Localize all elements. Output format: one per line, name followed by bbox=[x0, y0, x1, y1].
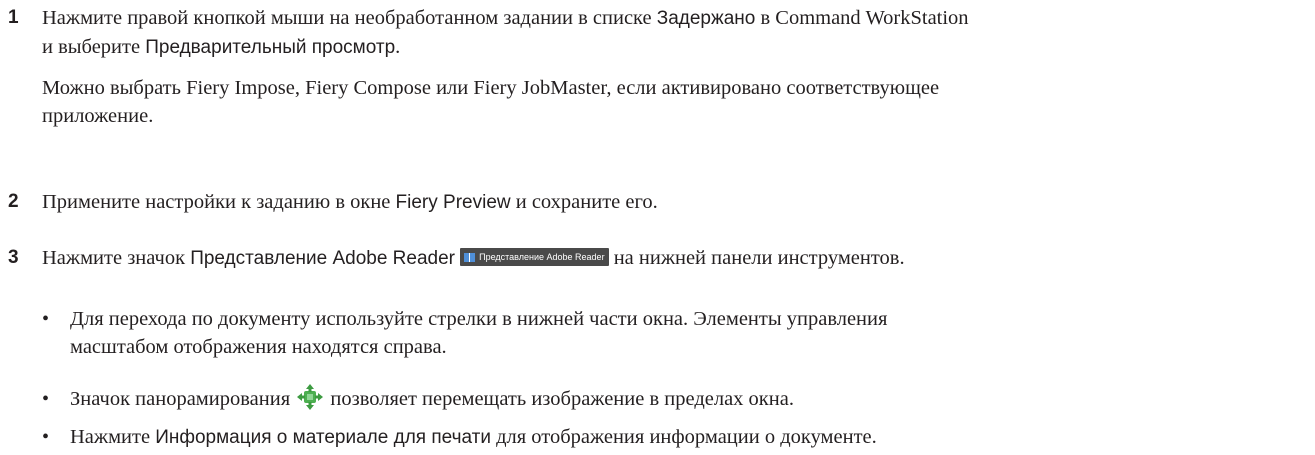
book-icon bbox=[464, 252, 476, 262]
pan-arrows-icon bbox=[297, 384, 324, 411]
step-2-line: Примените настройки к заданию в окне Fie… bbox=[42, 188, 1312, 217]
step-1-line-1: Нажмите правой кнопкой мыши на необработ… bbox=[42, 4, 1312, 33]
step-1-note-line-1: Можно выбрать Fiery Impose, Fiery Compos… bbox=[42, 77, 940, 99]
bullet-dot: • bbox=[42, 308, 50, 330]
bullet-3-line: Нажмите Информация о материале для печат… bbox=[70, 423, 1300, 452]
bullet-text: Значок панорамирования позволяет перемещ… bbox=[70, 384, 1300, 415]
bullet-dot: • bbox=[42, 388, 50, 410]
text-fragment: Нажмите правой кнопкой мыши на необработ… bbox=[42, 7, 657, 29]
text-fragment: Значок панорамирования bbox=[70, 388, 296, 410]
adobe-reader-view-button-label: Представление Adobe Reader bbox=[479, 252, 605, 263]
step-number: 1 bbox=[8, 7, 19, 28]
step-1-note-line-2: приложение. bbox=[42, 105, 154, 127]
adobe-reader-view-button: Представление Adobe Reader bbox=[460, 248, 609, 267]
text-fragment: Нажмите bbox=[70, 426, 156, 448]
ui-term-preview: Предварительный просмотр bbox=[145, 37, 396, 58]
text-fragment: . bbox=[395, 36, 401, 58]
bullet-1-line-1: Для перехода по документу используйте ст… bbox=[70, 308, 888, 330]
ui-term-adobe-reader-view: Представление Adobe Reader bbox=[190, 248, 455, 269]
text-fragment: Нажмите значок bbox=[42, 247, 191, 269]
text-fragment: и сохраните его. bbox=[510, 191, 658, 213]
ui-term-held: Задержано bbox=[656, 8, 756, 29]
text-fragment: для отображения информации о документе. bbox=[490, 426, 877, 448]
text-fragment: на нижней панели инструментов. bbox=[608, 247, 905, 269]
text-fragment: Примените настройки к заданию в окне bbox=[42, 191, 396, 213]
step-number: 2 bbox=[8, 191, 19, 212]
bullet-text: Нажмите Информация о материале для печат… bbox=[70, 423, 1300, 452]
ui-term-media-info: Информация о материале для печати bbox=[155, 427, 491, 448]
bullet-2-line: Значок панорамирования позволяет перемещ… bbox=[70, 384, 1300, 415]
step-number: 3 bbox=[8, 247, 19, 268]
bullet-dot: • bbox=[42, 426, 50, 448]
bullet-text: Для перехода по документу используйте ст… bbox=[70, 305, 1300, 361]
text-fragment: позволяет перемещать изображение в преде… bbox=[325, 388, 794, 410]
step-text: Примените настройки к заданию в окне Fie… bbox=[42, 188, 1312, 217]
step-1-line-2: и выберите Предварительный просмотр. bbox=[42, 33, 1312, 62]
step-text: Нажмите правой кнопкой мыши на необработ… bbox=[42, 4, 1312, 130]
text-fragment: и выберите bbox=[42, 36, 146, 58]
ui-term-fiery-preview: Fiery Preview bbox=[395, 192, 511, 213]
bullet-1-line-2: масштабом отображения находятся справа. bbox=[70, 336, 447, 358]
text-fragment: в Command WorkStation bbox=[755, 7, 969, 29]
step-3-line: Нажмите значок Представление Adobe Reade… bbox=[42, 244, 1312, 273]
step-text: Нажмите значок Представление Adobe Reade… bbox=[42, 244, 1312, 273]
